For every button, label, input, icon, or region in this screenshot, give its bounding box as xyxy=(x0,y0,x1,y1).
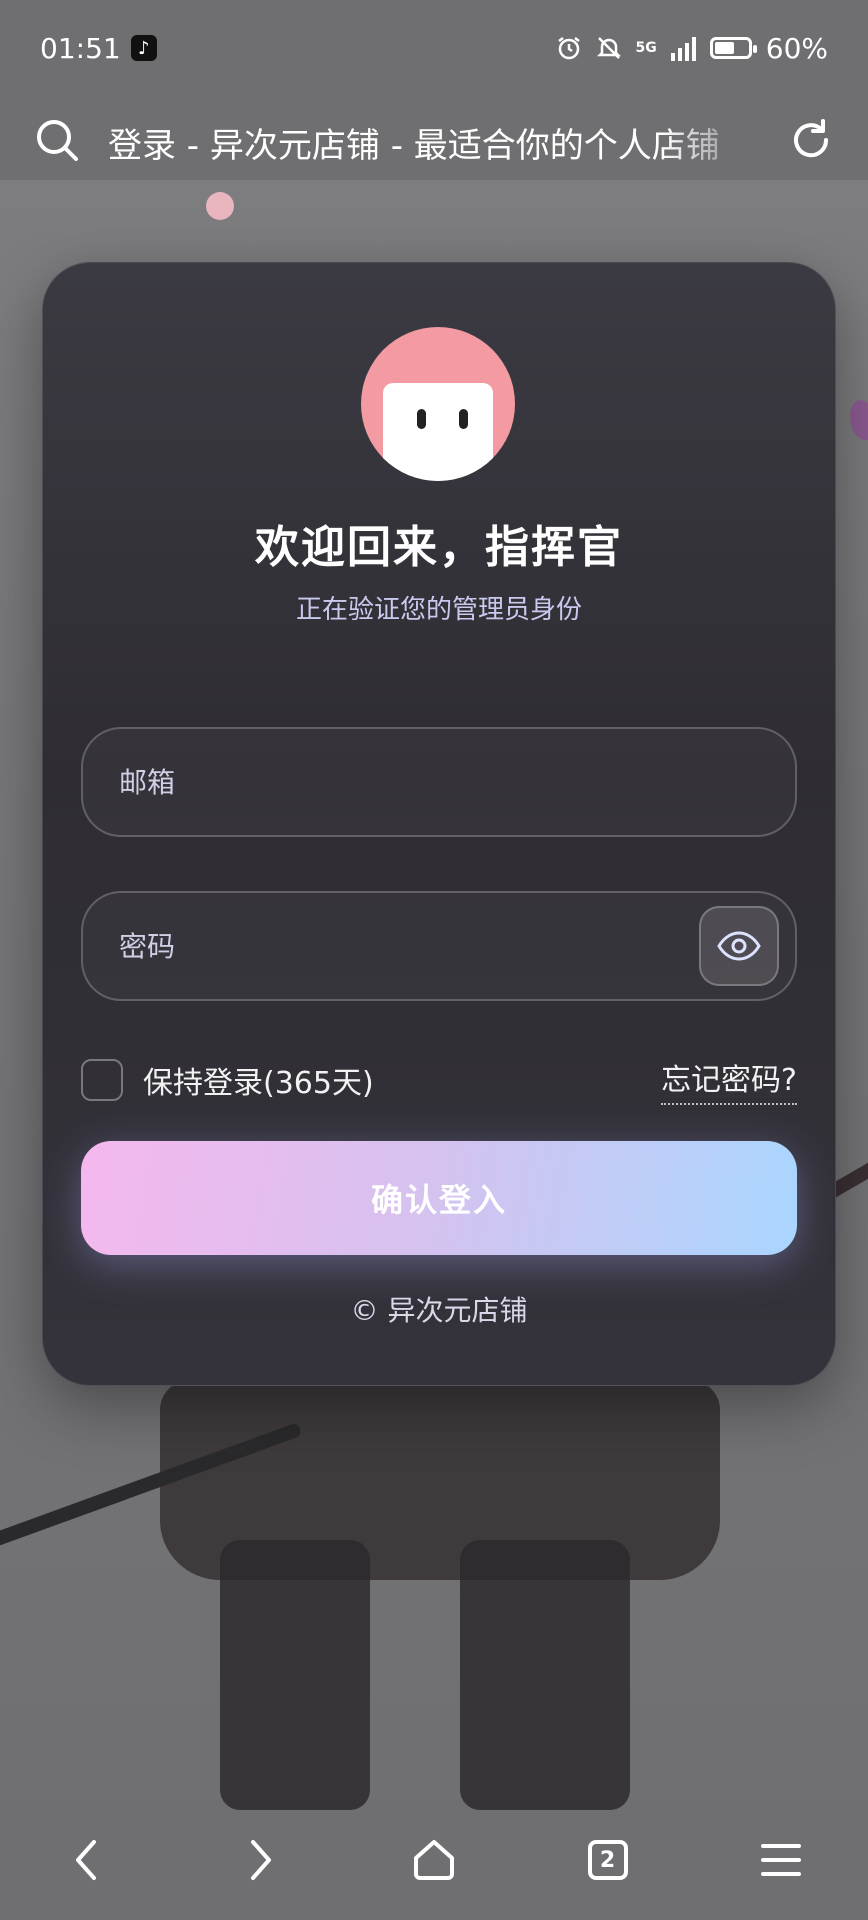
remember-label: 保持登录(365天) xyxy=(143,1066,374,1101)
eye-icon xyxy=(717,931,761,961)
password-input[interactable] xyxy=(117,928,699,964)
alarm-icon xyxy=(556,35,582,61)
background-figure-leg xyxy=(460,1540,630,1810)
browser-bottom-nav: 2 xyxy=(0,1800,868,1920)
home-button[interactable] xyxy=(394,1820,474,1900)
refresh-icon[interactable] xyxy=(788,117,834,167)
chevron-left-icon xyxy=(75,1840,96,1880)
welcome-subtitle: 正在验证您的管理员身份 xyxy=(295,595,582,625)
password-field[interactable] xyxy=(81,891,797,1001)
background-figure-leg xyxy=(220,1540,370,1810)
tabs-button[interactable]: 2 xyxy=(568,1820,648,1900)
chevron-right-icon xyxy=(251,1840,272,1880)
search-icon[interactable] xyxy=(34,117,80,167)
network-label: 5G xyxy=(635,40,657,56)
petal-decoration xyxy=(206,192,234,220)
signal-icon xyxy=(670,35,696,61)
avatar-eye xyxy=(459,409,468,429)
mute-bell-icon xyxy=(596,35,622,61)
menu-icon xyxy=(761,1844,802,1876)
status-time: 01:51 xyxy=(40,31,121,65)
toggle-password-button[interactable] xyxy=(699,906,779,986)
welcome-heading: 欢迎回来，指挥官 xyxy=(255,522,623,573)
menu-button[interactable] xyxy=(741,1820,821,1900)
tabs-count: 2 xyxy=(587,1840,628,1880)
email-input[interactable] xyxy=(117,764,795,800)
home-icon xyxy=(413,1840,454,1880)
status-bar: 01:51 ♪ 5G 60% xyxy=(0,0,868,96)
back-button[interactable] xyxy=(47,1820,127,1900)
remember-checkbox[interactable] xyxy=(81,1059,123,1101)
avatar-eye xyxy=(417,409,426,429)
avatar-face xyxy=(383,383,493,481)
tiktok-icon: ♪ xyxy=(130,35,157,61)
battery-icon xyxy=(709,37,757,59)
battery-fill xyxy=(714,42,734,54)
battery-percent: 60% xyxy=(765,31,828,65)
login-button[interactable]: 确认登入 xyxy=(81,1141,797,1255)
remember-option[interactable]: 保持登录(365天) xyxy=(81,1058,374,1102)
forward-button[interactable] xyxy=(220,1820,300,1900)
forgot-password-link[interactable]: 忘记密码? xyxy=(661,1055,797,1105)
status-right: 5G 60% xyxy=(556,32,828,65)
page-title[interactable]: 登录 - 异次元店铺 - 最适合你的个人店铺 xyxy=(108,118,760,167)
footer-copyright: © 异次元店铺 xyxy=(350,1294,528,1327)
login-card: 欢迎回来，指挥官 正在验证您的管理员身份 保持登录(365天) 忘记密码? 确认… xyxy=(42,262,836,1386)
status-left: 01:51 ♪ xyxy=(40,32,157,65)
remember-row: 保持登录(365天) 忘记密码? xyxy=(81,1055,797,1105)
avatar xyxy=(361,327,515,481)
browser-address-bar: 登录 - 异次元店铺 - 最适合你的个人店铺 xyxy=(0,96,868,188)
email-field[interactable] xyxy=(81,727,797,837)
